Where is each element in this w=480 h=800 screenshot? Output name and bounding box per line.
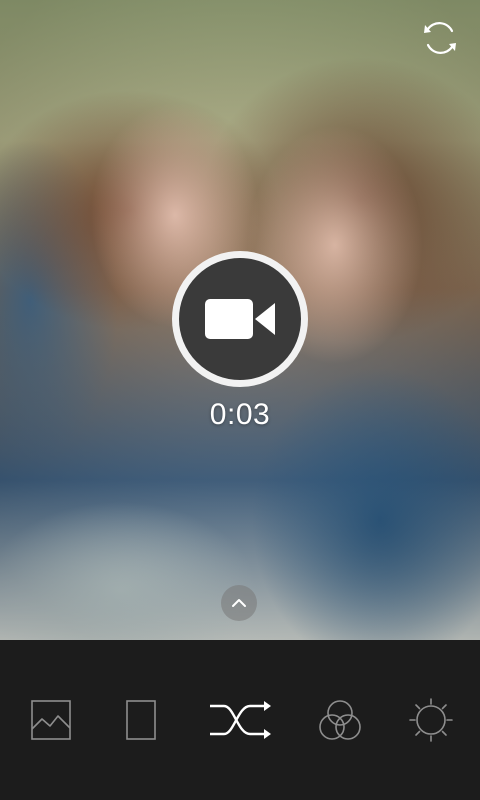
gallery-button[interactable] [23,698,79,742]
video-camera-icon [205,299,275,339]
settings-button[interactable] [403,698,459,742]
settings-icon [409,698,453,742]
frame-button[interactable] [113,698,169,742]
expand-panel-button[interactable] [221,585,257,621]
shuffle-icon [210,701,271,739]
frame-icon [126,700,156,740]
recording-timer: 0:03 [209,398,271,431]
camera-viewfinder[interactable]: 0:03 [0,0,480,640]
gallery-icon [31,700,71,740]
filters-button[interactable] [312,698,368,742]
chevron-up-icon [232,599,246,607]
bottom-toolbar [0,640,480,800]
shuffle-button[interactable] [205,698,275,742]
filters-icon [319,700,361,740]
switch-camera-button[interactable] [418,16,462,60]
camera-switch-icon [424,22,456,54]
record-button[interactable] [172,251,308,387]
